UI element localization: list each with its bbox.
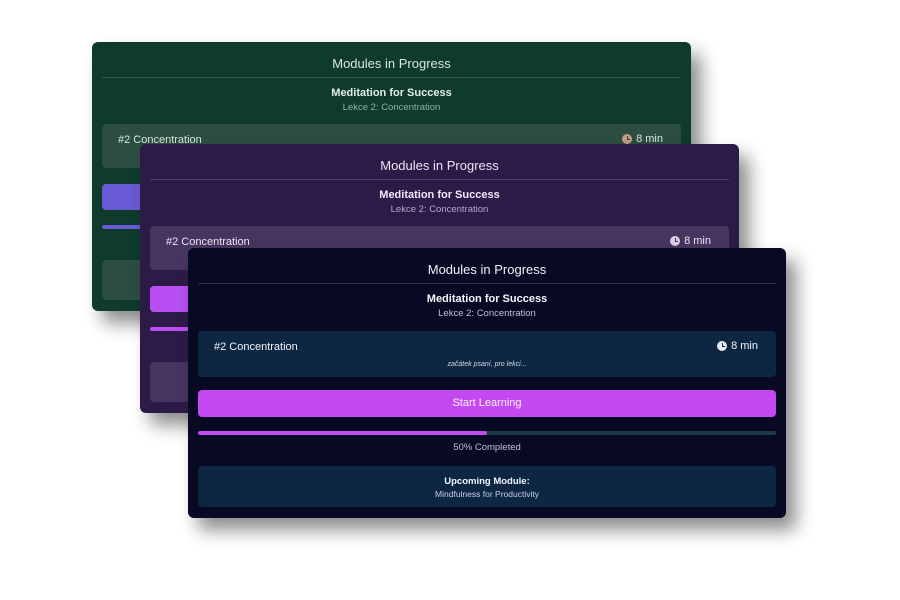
lesson-name: #2 Concentration <box>166 236 250 248</box>
lesson-subtitle: Lekce 2: Concentration <box>342 102 441 113</box>
progress-bar <box>150 327 190 331</box>
divider <box>198 283 776 284</box>
card-title: Modules in Progress <box>380 158 499 173</box>
lesson-subtitle: Lekce 2: Concentration <box>390 204 489 215</box>
course-title: Meditation for Success <box>379 189 500 201</box>
duration-text: 8 min <box>731 340 758 352</box>
course-title: Meditation for Success <box>331 87 452 99</box>
upcoming-module-name: Mindfulness for Productivity <box>435 489 539 499</box>
lesson-subtitle: Lekce 2: Concentration <box>438 308 536 319</box>
lesson-name: #2 Concentration <box>214 341 298 353</box>
duration-text: 8 min <box>684 235 711 247</box>
progress-bar-fill <box>198 431 487 435</box>
divider <box>102 77 681 78</box>
module-card-navy: Modules in Progress Meditation for Succe… <box>188 248 786 518</box>
upcoming-module-box[interactable]: Upcoming Module: Mindfulness for Product… <box>198 466 776 507</box>
start-learning-button[interactable]: Start Learning <box>198 390 776 417</box>
lesson-duration: 8 min <box>670 235 711 247</box>
clock-icon <box>622 134 633 144</box>
progress-bar <box>198 431 776 435</box>
clock-icon <box>670 236 681 246</box>
card-title: Modules in Progress <box>427 262 547 277</box>
lesson-note: začátek psaní, pro lekci... <box>447 361 527 368</box>
progress-text: 50% Completed <box>453 442 521 453</box>
course-title: Meditation for Success <box>426 293 548 305</box>
lesson-item[interactable]: #2 Concentration 8 min začátek psaní, pr… <box>198 331 776 377</box>
upcoming-module-label: Upcoming Module: <box>444 476 530 487</box>
card-title: Modules in Progress <box>332 56 451 71</box>
lesson-duration: 8 min <box>717 340 758 352</box>
divider <box>150 179 729 180</box>
clock-icon <box>717 341 728 351</box>
